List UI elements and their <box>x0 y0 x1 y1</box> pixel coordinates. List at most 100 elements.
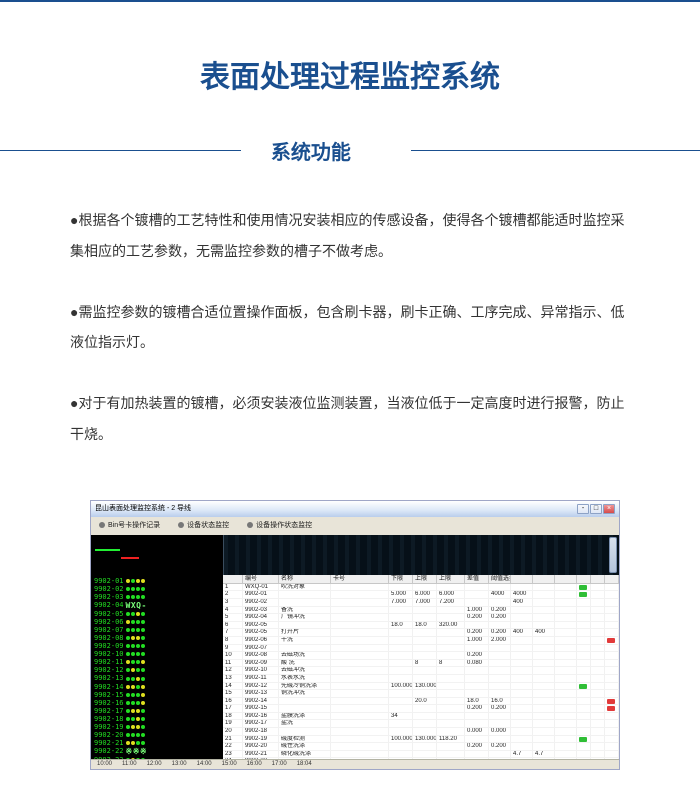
table-row[interactable]: 239902-21磷化碱洗涤4.74.7 <box>223 751 619 759</box>
table-cell <box>591 698 605 705</box>
table-cell: 9902-16 <box>243 713 279 720</box>
device-list-item[interactable]: 9902-11 <box>94 658 220 666</box>
table-cell: 碱度检测 <box>279 736 331 743</box>
device-list-item[interactable]: 9902-19 <box>94 723 220 731</box>
column-header[interactable]: 上限 <box>413 575 437 583</box>
table-cell <box>577 690 591 697</box>
device-list-item[interactable]: 9902-21 <box>94 739 220 747</box>
trend-panel <box>91 535 223 575</box>
table-cell <box>511 683 533 690</box>
table-cell: 7.000 <box>389 599 413 606</box>
table-cell: 9902-14 <box>243 698 279 705</box>
device-list-item[interactable]: 9902-18 <box>94 715 220 723</box>
table-row[interactable]: 109902-08去磁场洗0.200 <box>223 652 619 660</box>
minimize-button[interactable]: - <box>577 504 589 514</box>
device-list-item[interactable]: 9902-02 <box>94 585 220 593</box>
table-cell <box>533 736 555 743</box>
device-list-item[interactable]: 9902-07 <box>94 626 220 634</box>
table-cell: 0.200 <box>465 652 489 659</box>
table-row[interactable]: 69902-0518.018.0320.00 <box>223 622 619 630</box>
column-header[interactable] <box>511 575 533 583</box>
table-cell: 9902-19 <box>243 736 279 743</box>
table-cell <box>533 728 555 735</box>
column-header[interactable] <box>577 575 591 583</box>
column-header[interactable] <box>533 575 555 583</box>
maximize-button[interactable]: □ <box>590 504 602 514</box>
table-row[interactable]: 179902-150.2000.200 <box>223 705 619 713</box>
column-header[interactable]: 编号 <box>243 575 279 583</box>
table-row[interactable]: 39902-027.0007.0007.200400 <box>223 599 619 607</box>
table-cell <box>533 614 555 621</box>
table-cell <box>331 705 389 712</box>
table-row[interactable]: 169902-1420.018.016.0 <box>223 698 619 706</box>
device-list-item[interactable]: 9902-22※※※ <box>94 747 220 756</box>
device-list-item[interactable]: 9902-09 <box>94 642 220 650</box>
device-list-item[interactable]: 9902-08 <box>94 634 220 642</box>
table-row[interactable]: 209902-180.0000.000 <box>223 728 619 736</box>
table-row[interactable]: 99902-07 <box>223 645 619 653</box>
menu-item[interactable]: 设备操作状态监控 <box>247 522 312 529</box>
table-row[interactable]: 29902-015.0006.0006.00040004000 <box>223 591 619 599</box>
table-row[interactable]: 89902-06干洗1.0002.000 <box>223 637 619 645</box>
table-row[interactable]: 199902-17盐洗 <box>223 720 619 728</box>
table-cell <box>577 743 591 750</box>
device-list-item[interactable]: 9902-05 <box>94 610 220 618</box>
table-row[interactable]: 149902-12先碱冷铜洗涤100.000130.000 <box>223 683 619 691</box>
table-cell <box>489 736 511 743</box>
table-cell <box>465 645 489 652</box>
column-header[interactable] <box>223 575 243 583</box>
table-cell <box>591 622 605 629</box>
device-list-item[interactable]: 9902-15 <box>94 691 220 699</box>
device-list-item[interactable]: 9902-16 <box>94 699 220 707</box>
menu-item[interactable]: 设备状态监控 <box>178 522 229 529</box>
column-header[interactable]: 卡号 <box>331 575 389 583</box>
column-header[interactable] <box>591 575 605 583</box>
device-list-item[interactable]: 9902-04WXQ- <box>94 601 220 610</box>
menu-item[interactable]: Bin号卡操作记录 <box>99 522 160 529</box>
column-header[interactable]: 阈值选择 <box>489 575 511 583</box>
device-list-item[interactable]: 9902-14 <box>94 683 220 691</box>
table-row[interactable]: 1WXQ-01吹洗对象 <box>223 584 619 592</box>
device-list-item[interactable]: 9902-10 <box>94 650 220 658</box>
device-list-item[interactable]: 9902-06 <box>94 618 220 626</box>
table-cell: 17 <box>223 705 243 712</box>
table-cell <box>437 698 465 705</box>
device-list-item[interactable]: 9902-01 <box>94 577 220 585</box>
device-list-item[interactable]: 9902-17 <box>94 707 220 715</box>
table-cell <box>555 713 577 720</box>
device-list-item[interactable]: 9902-20 <box>94 731 220 739</box>
table-row[interactable]: 229902-20碱性洗涤0.2000.200 <box>223 743 619 751</box>
table-row[interactable]: 79902-05打开片0.2000.200400400 <box>223 629 619 637</box>
column-header[interactable]: 上限 <box>437 575 465 583</box>
table-cell <box>577 591 591 598</box>
device-list-item[interactable]: 9902-03 <box>94 593 220 601</box>
column-header[interactable] <box>605 575 619 583</box>
table-cell: 7.200 <box>437 599 465 606</box>
table-cell <box>577 720 591 727</box>
table-cell <box>591 652 605 659</box>
column-header[interactable]: 名称 <box>279 575 331 583</box>
table-row[interactable]: 189902-16盐膜洗涤34 <box>223 713 619 721</box>
table-row[interactable]: 49902-03备洗1.0000.200 <box>223 607 619 615</box>
table-row[interactable]: 129902-10去磁冲洗 <box>223 667 619 675</box>
table-cell <box>389 637 413 644</box>
table-row[interactable]: 139902-11水表水洗 <box>223 675 619 683</box>
status-indicator <box>579 737 587 742</box>
table-cell <box>577 667 591 674</box>
table-row[interactable]: 219902-19碱度检测100.000130.000118.20 <box>223 736 619 744</box>
column-header[interactable]: 差值 <box>465 575 489 583</box>
column-header[interactable]: 下限 <box>389 575 413 583</box>
table-cell <box>591 690 605 697</box>
table-cell <box>413 728 437 735</box>
table-row[interactable]: 119902-09酸 洗880.080 <box>223 660 619 668</box>
table-cell <box>331 675 389 682</box>
device-list-item[interactable]: 9902-12 <box>94 666 220 674</box>
table-row[interactable]: 59902-04广镜冲洗0.2000.200 <box>223 614 619 622</box>
table-row[interactable]: 159902-13铜洗冲洗 <box>223 690 619 698</box>
table-cell <box>555 637 577 644</box>
column-header[interactable] <box>555 575 577 583</box>
close-button[interactable]: × <box>603 504 615 514</box>
device-list-item[interactable]: 9902-13 <box>94 674 220 682</box>
table-cell <box>413 614 437 621</box>
table-cell <box>489 599 511 606</box>
